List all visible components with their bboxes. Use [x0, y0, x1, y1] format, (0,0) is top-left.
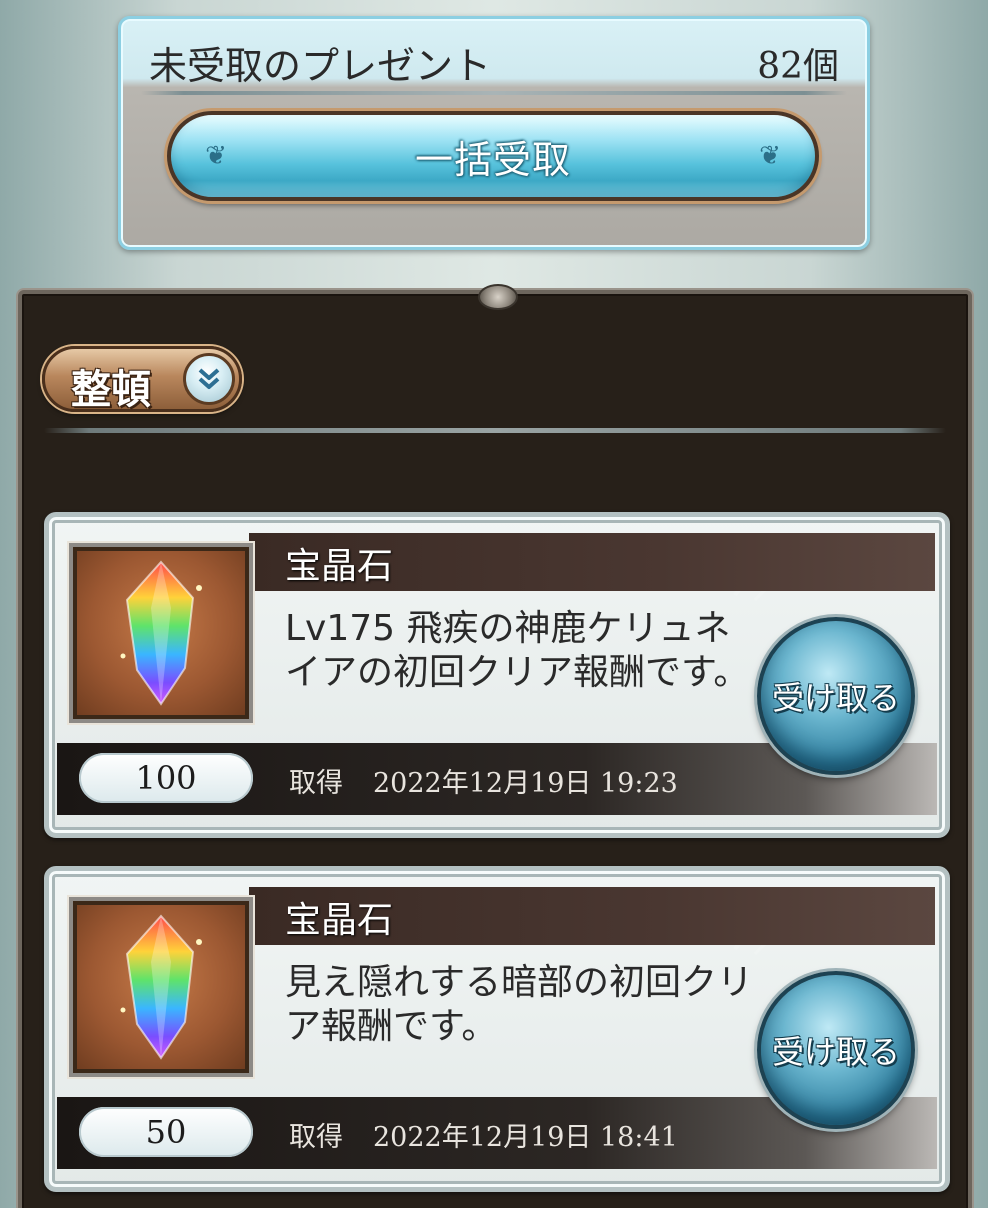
item-description: 見え隠れする暗部の初回クリア報酬です。: [285, 962, 754, 1047]
receive-button[interactable]: 受け取る: [757, 971, 915, 1129]
divider: [141, 91, 847, 95]
receive-label: 受け取る: [771, 1033, 900, 1071]
present-summary-panel: 未受取のプレゼント 82個 ❦ 一括受取 ❦: [118, 16, 870, 250]
ornament-icon: ❦: [205, 141, 227, 171]
sort-button[interactable]: 整頓: [42, 346, 242, 413]
item-name: 宝晶石: [285, 546, 394, 587]
double-chevron-down-icon: [183, 353, 235, 405]
acquired-label: 取得: [289, 1122, 343, 1153]
item-name: 宝晶石: [285, 900, 394, 941]
frame-ornament-icon: [478, 284, 518, 310]
item-quantity: 100: [79, 753, 253, 803]
ornament-icon: ❦: [759, 141, 781, 171]
sort-label: 整頓: [71, 367, 151, 413]
rainbow-crystal-icon: [120, 914, 202, 1060]
bulk-receive-button[interactable]: ❦ 一括受取 ❦: [167, 111, 819, 201]
present-item-card: 宝晶石 Lv175 飛疾の神鹿ケリュネイアの初回クリア報酬です。 100 取得 …: [44, 512, 950, 838]
item-description: Lv175 飛疾の神鹿ケリュネイアの初回クリア報酬です。: [285, 608, 750, 693]
present-list-frame: 整頓 宝晶石 Lv175 飛疾の神鹿ケリュネイアの初回クリア報酬です。 100 …: [18, 284, 972, 1208]
acquired-date: 2022年12月19日 19:23: [373, 768, 678, 799]
item-thumbnail: [69, 543, 253, 723]
receive-label: 受け取る: [771, 679, 900, 717]
acquired-label: 取得: [289, 768, 343, 799]
bulk-receive-label: 一括受取: [414, 137, 571, 182]
present-count: 82個: [757, 46, 839, 87]
divider: [44, 428, 946, 433]
rainbow-crystal-icon: [120, 560, 202, 706]
receive-button[interactable]: 受け取る: [757, 617, 915, 775]
item-thumbnail: [69, 897, 253, 1077]
item-quantity: 50: [79, 1107, 253, 1157]
acquired-date: 2022年12月19日 18:41: [373, 1122, 678, 1153]
present-item-card: 宝晶石 見え隠れする暗部の初回クリア報酬です。 50 取得 2022年12月19…: [44, 866, 950, 1192]
present-title: 未受取のプレゼント: [149, 44, 492, 88]
